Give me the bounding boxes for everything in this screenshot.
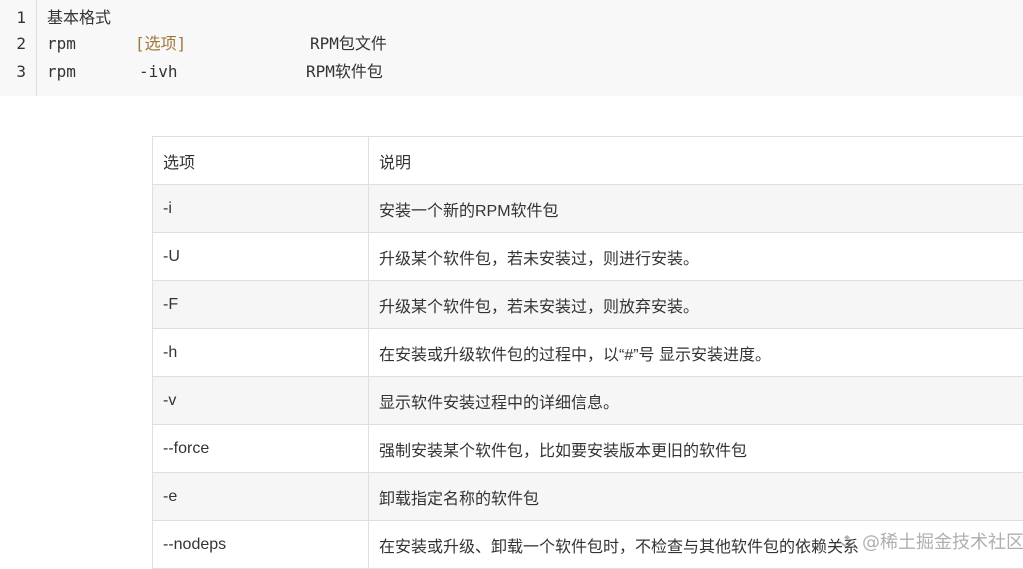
- rpm-options-table: 选项 说明 -i 安装一个新的RPM软件包 -U 升级某个软件包，若未安装过，则…: [152, 136, 1023, 569]
- table-header-row: 选项 说明: [153, 137, 1023, 185]
- table-row: -U 升级某个软件包，若未安装过，则进行安装。: [153, 233, 1023, 281]
- option-cell: -v: [153, 377, 369, 425]
- line-number-gutter: 1 2 3: [0, 0, 37, 96]
- table-row: -v 显示软件安装过程中的详细信息。: [153, 377, 1023, 425]
- table-row: --force 强制安装某个软件包，比如要安装版本更旧的软件包: [153, 425, 1023, 473]
- line-number: 3: [0, 62, 26, 82]
- option-cell: -i: [153, 185, 369, 233]
- description-cell: 升级某个软件包，若未安装过，则进行安装。: [369, 233, 1023, 281]
- option-cell: -U: [153, 233, 369, 281]
- code-line-3: rpm -ivh RPM软件包: [47, 62, 86, 82]
- description-cell: 在安装或升级软件包的过程中，以“#”号 显示安装进度。: [369, 329, 1023, 377]
- description-cell: 显示软件安装过程中的详细信息。: [369, 377, 1023, 425]
- line-number: 2: [0, 34, 26, 54]
- option-cell: -F: [153, 281, 369, 329]
- juejin-logo-icon: [838, 534, 856, 550]
- option-cell: -h: [153, 329, 369, 377]
- line-number: 1: [0, 8, 26, 28]
- option-cell: --nodeps: [153, 521, 369, 569]
- description-cell: 安装一个新的RPM软件包: [369, 185, 1023, 233]
- code-description: RPM软件包: [306, 62, 383, 82]
- code-option: [选项]: [135, 34, 186, 54]
- code-command: rpm: [47, 62, 76, 82]
- watermark-text: @稀土掘金技术社区: [862, 532, 1023, 553]
- code-line-2: rpm [选项] RPM包文件: [47, 34, 86, 54]
- code-command: rpm: [47, 34, 76, 54]
- option-cell: --force: [153, 425, 369, 473]
- header-description: 说明: [369, 137, 1023, 185]
- table-row: -h 在安装或升级软件包的过程中，以“#”号 显示安装进度。: [153, 329, 1023, 377]
- watermark: @稀土掘金技术社区: [838, 528, 1023, 554]
- code-description: RPM包文件: [310, 34, 387, 54]
- description-cell: 升级某个软件包，若未安装过，则放弃安装。: [369, 281, 1023, 329]
- code-option: -ivh: [139, 62, 178, 82]
- option-cell: -e: [153, 473, 369, 521]
- code-block: 1 2 3 基本格式 rpm [选项] RPM包文件 rpm -ivh RPM软…: [0, 0, 1023, 96]
- header-option: 选项: [153, 137, 369, 185]
- description-cell: 卸载指定名称的软件包: [369, 473, 1023, 521]
- table-row: -e 卸载指定名称的软件包: [153, 473, 1023, 521]
- table-row: -F 升级某个软件包，若未安装过，则放弃安装。: [153, 281, 1023, 329]
- code-line-1: 基本格式: [47, 8, 111, 28]
- table-row: -i 安装一个新的RPM软件包: [153, 185, 1023, 233]
- description-cell: 强制安装某个软件包，比如要安装版本更旧的软件包: [369, 425, 1023, 473]
